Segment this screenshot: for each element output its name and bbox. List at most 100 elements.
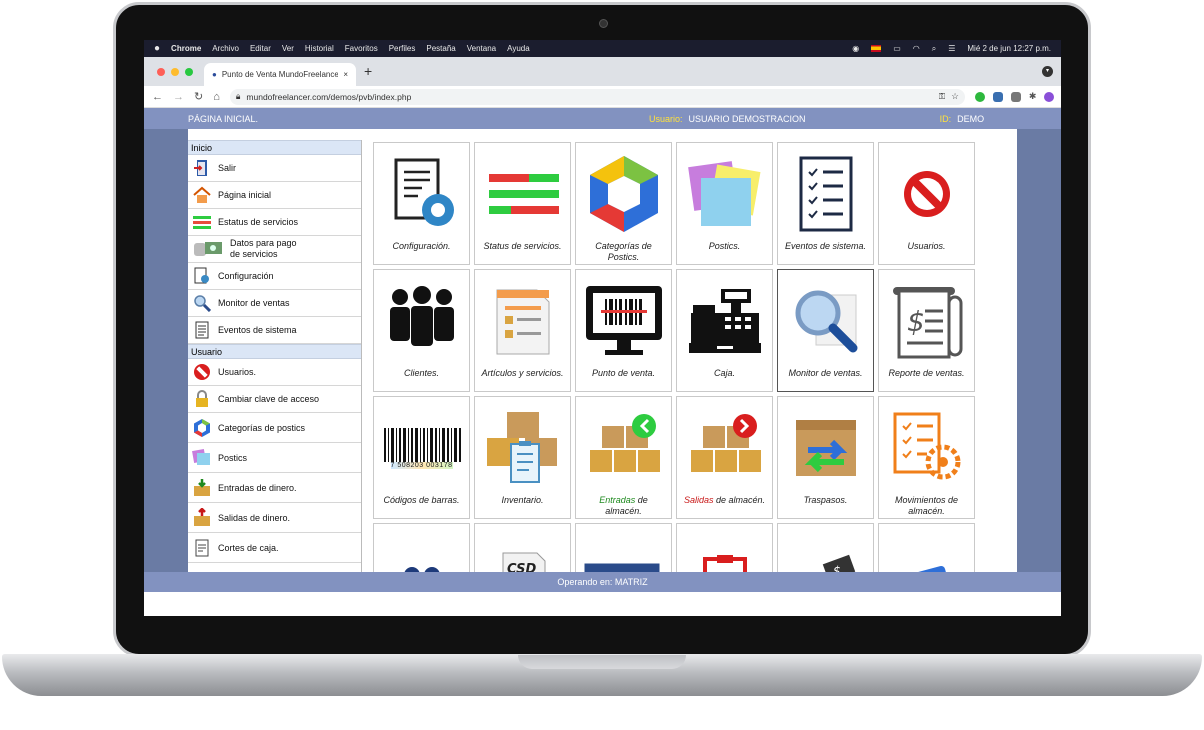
extension-code-icon[interactable]	[1044, 91, 1055, 102]
tile-label: Movimientos de almacén.	[894, 495, 959, 516]
tile-red-clipboard[interactable]	[676, 523, 773, 572]
tile-csd[interactable]: CSD	[474, 523, 571, 572]
barcode-monitor-icon	[581, 278, 667, 364]
section-inicio: Inicio	[188, 140, 361, 155]
sidebar-item-postics[interactable]: Postics	[188, 443, 361, 473]
home-icon[interactable]: ⌂	[213, 91, 220, 103]
extension-screen-icon[interactable]	[1010, 91, 1021, 102]
tile-codigos-barras[interactable]: 7 508203 003178 Códigos de barras.	[373, 396, 470, 519]
tile-label: Postics.	[708, 241, 741, 251]
back-icon[interactable]: ←	[152, 91, 163, 103]
money-icon	[192, 240, 224, 258]
tile-status-servicios[interactable]: Status de servicios.	[474, 142, 571, 265]
tab-search-icon[interactable]: ▾	[1042, 66, 1053, 77]
sidebar-item-usuarios[interactable]: Usuarios.	[188, 359, 361, 386]
tile-reporte-ventas[interactable]: $ Reporte de ventas.	[878, 269, 975, 392]
tile-articulos-servicios[interactable]: Artículos y servicios.	[474, 269, 571, 392]
sidebar-item-cambiar-clave[interactable]: Cambiar clave de acceso	[188, 386, 361, 413]
sidebar-item-pagina-inicial[interactable]: Página inicial	[188, 182, 361, 209]
tile-eventos-sistema[interactable]: Eventos de sistema.	[777, 142, 874, 265]
key-icon[interactable]: ⚿	[939, 91, 945, 102]
csd-icon: CSD	[480, 532, 566, 572]
tile-label: Status de servicios.	[483, 241, 562, 251]
mac-menubar: ● Chrome Archivo Editar Ver Historial Fa…	[144, 40, 1061, 57]
zoom-window-button[interactable]	[185, 68, 193, 76]
menu-app[interactable]: Chrome	[171, 44, 201, 53]
sidebar-item-categorias-postics[interactable]: Categorías de postics	[188, 413, 361, 443]
sidebar-item-entradas-dinero[interactable]: Entradas de dinero.	[188, 473, 361, 503]
forbidden-icon	[192, 363, 212, 381]
home-icon	[192, 186, 212, 204]
hexagon-icon	[581, 151, 667, 237]
sidebar-item-salir[interactable]: Salir	[188, 155, 361, 182]
menu-pestana[interactable]: Pestaña	[426, 44, 455, 53]
menu-ver[interactable]: Ver	[282, 44, 294, 53]
sidebar-item-label: Estatus de servicios	[218, 217, 299, 227]
new-tab-button[interactable]: +	[364, 63, 372, 79]
menu-ayuda[interactable]: Ayuda	[507, 44, 530, 53]
menu-ventana[interactable]: Ventana	[467, 44, 496, 53]
minimize-window-button[interactable]	[171, 68, 179, 76]
sidebar-item-datos-pago[interactable]: Datos para pago de servicios	[188, 236, 361, 263]
control-center-icon[interactable]: ☰	[948, 44, 955, 53]
datetime[interactable]: Mié 2 de jun 12:27 p.m.	[967, 44, 1051, 53]
tile-spheres[interactable]	[373, 523, 470, 572]
sidebar-item-salidas-dinero[interactable]: Salidas de dinero.	[188, 503, 361, 533]
tile-id-card[interactable]	[575, 523, 672, 572]
tile-entradas-almacen[interactable]: Entradas de almacén.	[575, 396, 672, 519]
browser-tab[interactable]: ● Punto de Venta MundoFreelancer ×	[204, 63, 356, 86]
bookmark-star-icon[interactable]: ☆	[951, 91, 959, 102]
tile-postics[interactable]: Postics.	[676, 142, 773, 265]
forbidden-icon	[884, 151, 970, 237]
tile-usuarios[interactable]: Usuarios.	[878, 142, 975, 265]
tile-movimientos-almacen[interactable]: Movimientos de almacén.	[878, 396, 975, 519]
close-window-button[interactable]	[157, 68, 165, 76]
tile-caja[interactable]: Caja.	[676, 269, 773, 392]
spotlight-icon[interactable]: ⌕	[932, 44, 936, 54]
tile-label: Usuarios.	[907, 241, 946, 251]
money-out-icon	[192, 507, 212, 527]
tile-salidas-almacen[interactable]: Salidas de almacén.	[676, 396, 773, 519]
tile-punto-venta[interactable]: Punto de venta.	[575, 269, 672, 392]
reload-icon[interactable]: ↻	[194, 90, 203, 103]
favicon-icon: ●	[212, 70, 217, 79]
spanish-flag-icon[interactable]	[871, 45, 882, 52]
sidebar-item-label: Página inicial	[218, 190, 272, 200]
tab-close-icon[interactable]: ×	[343, 70, 348, 79]
forward-icon[interactable]: →	[173, 91, 184, 103]
id-label: ID:	[939, 113, 952, 124]
sidebar-item-eventos[interactable]: Eventos de sistema	[188, 317, 361, 344]
sticky-notes-icon	[192, 448, 212, 467]
tile-payment[interactable]: $	[777, 523, 874, 572]
address-bar[interactable]: 🔒︎ mundofreelancer.com/demos/pvb/index.p…	[229, 88, 965, 105]
tile-categorias-postics[interactable]: Categorías de Postics.	[575, 142, 672, 265]
menu-favoritos[interactable]: Favoritos	[345, 44, 378, 53]
battery-icon[interactable]: ▭	[893, 44, 901, 53]
config-icon	[192, 267, 212, 285]
sidebar-item-monitor[interactable]: Monitor de ventas	[188, 290, 361, 317]
menu-editar[interactable]: Editar	[250, 44, 271, 53]
list-icon	[192, 321, 212, 339]
sidebar-item-cortes-caja[interactable]: Cortes de caja.	[188, 533, 361, 563]
menu-archivo[interactable]: Archivo	[212, 44, 239, 53]
tile-label: Inventario.	[501, 495, 544, 505]
wifi-icon[interactable]: ◠	[913, 44, 920, 53]
tile-clientes[interactable]: Clientes.	[373, 269, 470, 392]
extension-green-icon[interactable]	[974, 91, 985, 102]
status-icon[interactable]: ◉	[852, 44, 859, 53]
sidebar-item-estatus[interactable]: Estatus de servicios	[188, 209, 361, 236]
tile-traspasos[interactable]: Traspasos.	[777, 396, 874, 519]
tile-configuracion[interactable]: Configuración.	[373, 142, 470, 265]
sidebar-item-configuracion[interactable]: Configuración	[188, 263, 361, 290]
tile-inventario[interactable]: Inventario.	[474, 396, 571, 519]
menu-perfiles[interactable]: Perfiles	[389, 44, 416, 53]
tile-label: Salidas de almacén.	[680, 495, 769, 506]
people-icon	[379, 278, 465, 364]
extension-s-icon[interactable]	[992, 91, 1003, 102]
tile-monitor-ventas[interactable]: Monitor de ventas.	[777, 269, 874, 392]
tile-cards[interactable]	[878, 523, 975, 572]
url-text[interactable]: mundofreelancer.com/demos/pvb/index.php	[246, 92, 932, 102]
menu-historial[interactable]: Historial	[305, 44, 334, 53]
extensions-puzzle-icon[interactable]: ✱	[1029, 91, 1037, 102]
apple-icon[interactable]: ●	[154, 43, 160, 54]
